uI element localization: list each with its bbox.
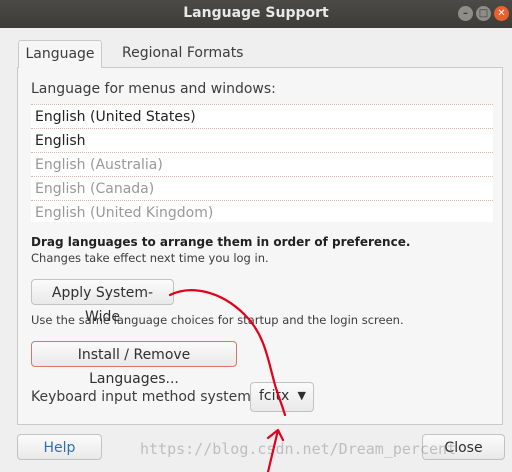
- minimize-icon[interactable]: –: [458, 6, 473, 21]
- tab-language[interactable]: Language: [18, 40, 102, 68]
- window-title: Language Support: [183, 5, 329, 21]
- list-item[interactable]: English (United Kingdom): [31, 200, 493, 224]
- keyboard-input-label: Keyboard input method system:: [31, 389, 256, 405]
- effect-hint: Changes take effect next time you log in…: [31, 251, 269, 265]
- tab-regional-formats[interactable]: Regional Formats: [110, 40, 255, 67]
- list-item[interactable]: English (Canada): [31, 176, 493, 200]
- language-list-label: Language for menus and windows:: [31, 81, 276, 97]
- drag-hint: Drag languages to arrange them in order …: [31, 235, 411, 249]
- watermark-text: https://blog.csdn.net/Dream_percent: [140, 440, 457, 458]
- apply-description: Use the same language choices for startu…: [31, 313, 404, 327]
- list-item[interactable]: English (Australia): [31, 152, 493, 176]
- close-window-icon[interactable]: ✕: [494, 6, 509, 21]
- list-item[interactable]: English (United States): [31, 104, 493, 128]
- language-list[interactable]: English (United States) English English …: [31, 104, 493, 222]
- title-bar[interactable]: Language Support – □ ✕: [0, 0, 512, 28]
- list-item[interactable]: English: [31, 128, 493, 152]
- keyboard-input-method-select[interactable]: fcitx ▼: [250, 382, 314, 412]
- maximize-icon[interactable]: □: [476, 6, 491, 21]
- install-remove-languages-button[interactable]: Install / Remove Languages...: [31, 341, 237, 387]
- language-support-window: Language Support – □ ✕ Language Regional…: [0, 0, 512, 472]
- help-button[interactable]: Help: [17, 434, 102, 460]
- keyboard-input-value: fcitx: [259, 388, 290, 404]
- apply-system-wide-button[interactable]: Apply System-Wide: [31, 279, 174, 325]
- chevron-down-icon: ▼: [297, 389, 306, 402]
